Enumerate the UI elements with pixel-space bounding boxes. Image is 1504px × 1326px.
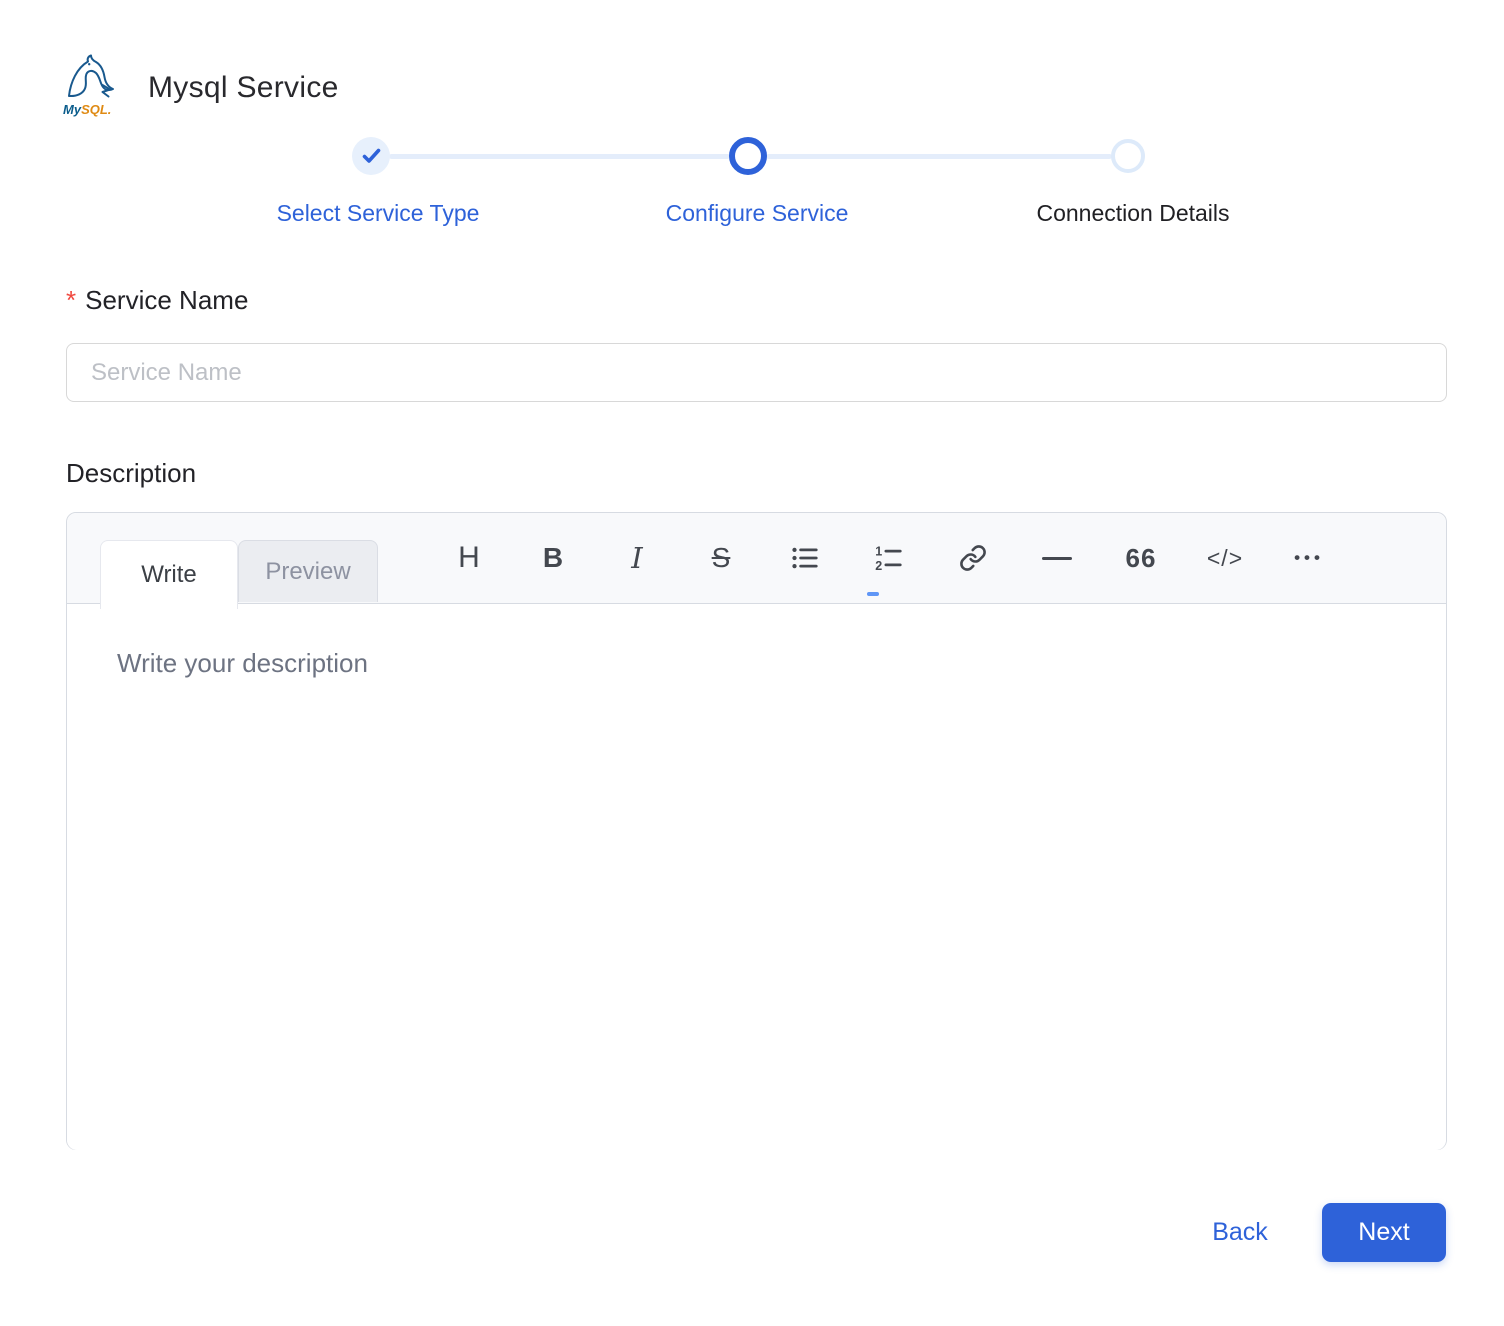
mysql-logo-text: MySQL. (63, 102, 111, 117)
editor-toolbar: H B I S (451, 513, 1327, 603)
heading-icon: H (458, 541, 480, 575)
ordered-list-active-indicator (867, 592, 879, 596)
quote-button[interactable]: 66 (1123, 534, 1159, 582)
more-button[interactable]: ••• (1291, 534, 1327, 582)
svg-text:1: 1 (875, 545, 882, 559)
svg-text:2: 2 (875, 559, 882, 573)
heading-button[interactable]: H (451, 534, 487, 582)
check-icon (362, 148, 381, 164)
unordered-list-icon (790, 543, 820, 573)
mysql-dolphin-icon: MySQL. (56, 54, 126, 120)
step-3-indicator (1111, 139, 1145, 173)
description-textarea[interactable] (67, 604, 1446, 1150)
step-1-indicator (352, 137, 390, 175)
ordered-list-button[interactable]: 1 2 (871, 534, 907, 582)
page-title: Mysql Service (148, 71, 339, 105)
stepper-connector-1 (389, 154, 730, 159)
service-name-label: * Service Name (66, 285, 248, 316)
horizontal-rule-icon (1042, 557, 1072, 560)
editor-header: Write Preview H B I S (67, 513, 1446, 604)
code-icon: </> (1207, 545, 1243, 572)
tab-preview[interactable]: Preview (238, 540, 378, 602)
italic-icon: I (631, 541, 642, 575)
service-name-input[interactable] (66, 343, 1447, 402)
link-icon (959, 544, 987, 572)
italic-button[interactable]: I (619, 534, 655, 582)
strikethrough-button[interactable]: S (703, 534, 739, 582)
link-button[interactable] (955, 534, 991, 582)
back-button[interactable]: Back (1178, 1209, 1302, 1255)
bold-icon: B (543, 542, 563, 574)
step-2-indicator (729, 137, 767, 175)
quote-icon: 66 (1126, 543, 1157, 574)
stepper-connector-2 (766, 154, 1112, 159)
description-label: Description (66, 458, 196, 489)
unordered-list-button[interactable] (787, 534, 823, 582)
description-editor: Write Preview H B I S (66, 512, 1447, 1150)
strikethrough-icon: S (712, 542, 731, 574)
service-name-label-text: Service Name (85, 285, 248, 316)
step-2-label: Configure Service (557, 200, 957, 227)
horizontal-rule-button[interactable] (1039, 534, 1075, 582)
code-button[interactable]: </> (1207, 534, 1243, 582)
step-3-label: Connection Details (933, 200, 1333, 227)
mysql-logo: MySQL. (56, 54, 126, 120)
tab-write[interactable]: Write (100, 540, 238, 609)
next-button[interactable]: Next (1322, 1203, 1446, 1262)
step-1-label: Select Service Type (178, 200, 578, 227)
ordered-list-icon: 1 2 (874, 543, 904, 573)
more-icon: ••• (1294, 548, 1324, 568)
editor-tabs: Write Preview (100, 540, 378, 609)
bold-button[interactable]: B (535, 534, 571, 582)
required-asterisk: * (66, 285, 76, 316)
